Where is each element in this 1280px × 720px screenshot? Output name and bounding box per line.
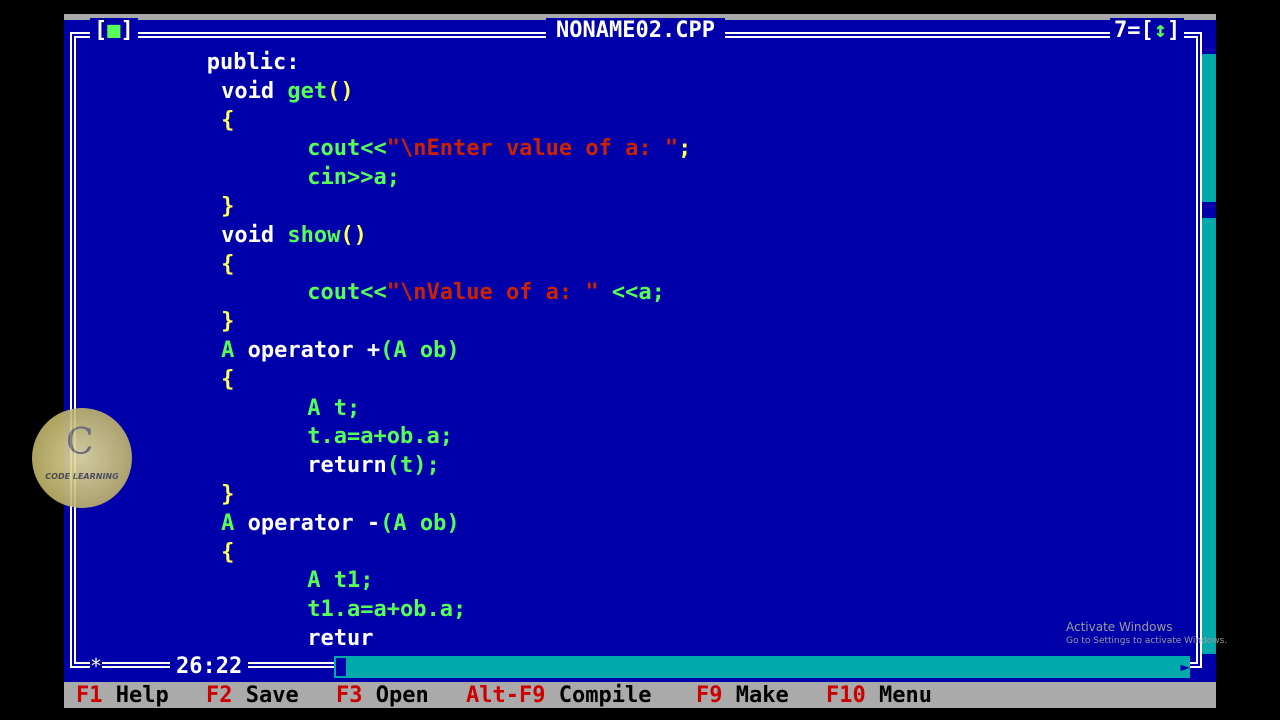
code-line: {: [221, 250, 234, 279]
vertical-scrollbar[interactable]: [1202, 54, 1216, 654]
code-token: A: [221, 510, 248, 536]
code-token: public:: [206, 50, 300, 75]
code-line: t.a=a+ob.a;: [307, 422, 453, 451]
menu-key: F2: [206, 683, 233, 708]
activate-windows-watermark: Activate Windows Go to Settings to activ…: [1066, 620, 1227, 646]
code-token: }: [221, 482, 235, 507]
code-line: return(t);: [307, 451, 439, 480]
code-token: (A ob): [380, 338, 460, 363]
menu-item-open[interactable]: F3 Open: [336, 682, 429, 708]
code-line: t1.a=a+ob.a;: [307, 595, 466, 624]
code-token: "\nValue of a: ": [386, 280, 599, 306]
code-line: void get(): [221, 77, 353, 106]
menu-label: Save: [232, 683, 299, 708]
close-box-left: [: [94, 18, 108, 43]
logo-text: CODE LEARNING: [45, 472, 119, 481]
menu-key: F1: [76, 683, 103, 708]
close-icon: ■: [107, 18, 121, 43]
modified-star-icon: *: [90, 654, 103, 678]
code-token: A t;: [307, 395, 361, 421]
code-editor-area[interactable]: public: void get(){cout<<"\nEnter value o…: [64, 46, 1194, 656]
code-token: }: [221, 309, 235, 335]
watermark-line-2: Go to Settings to activate Windows.: [1066, 636, 1228, 646]
menu-key: Alt-F9: [466, 683, 546, 708]
code-token: {: [221, 251, 235, 277]
code-line: public:: [207, 48, 300, 77]
code-learning-logo: C CODE LEARNING: [32, 408, 132, 508]
code-token: {: [221, 107, 235, 133]
code-token: show: [287, 222, 341, 248]
file-title: NONAME02.CPP: [546, 18, 725, 43]
code-token: A t1;: [307, 568, 374, 594]
scroll-right-arrow-icon[interactable]: ►: [1180, 656, 1190, 678]
menu-label: Open: [362, 683, 429, 708]
code-token: return: [307, 453, 387, 479]
code-token: void: [221, 222, 288, 248]
watermark-line-1: Activate Windows: [1066, 620, 1173, 634]
code-token: {: [221, 366, 235, 392]
code-token: cout<<: [307, 136, 387, 162]
code-token: (A ob): [380, 510, 460, 536]
code-line: {: [221, 538, 234, 567]
code-line: }: [221, 192, 234, 221]
code-token: t1.a=a+ob.a;: [307, 597, 467, 623]
menu-item-compile[interactable]: Alt-F9 Compile: [466, 682, 651, 708]
code-line: A t;: [307, 394, 360, 423]
code-token: operator +: [247, 338, 381, 363]
window-number-zoom[interactable]: 7=[↕]: [1110, 18, 1185, 43]
code-line: cout<<"\nValue of a: " <<a;: [307, 278, 665, 307]
code-token: void: [221, 78, 288, 104]
code-token: "\nEnter value of a: ": [386, 136, 679, 162]
code-token: }: [221, 194, 235, 219]
code-token: <<a;: [598, 280, 665, 306]
zoom-icon[interactable]: ↕: [1154, 18, 1167, 43]
code-token: {: [221, 539, 235, 565]
code-token: (t);: [386, 453, 440, 479]
code-token: (): [340, 222, 367, 248]
menu-label: Help: [102, 683, 169, 708]
code-token: t.a=a+ob.a;: [307, 424, 453, 450]
code-token: operator -: [247, 510, 381, 536]
menu-item-menu[interactable]: F10 Menu: [826, 682, 932, 708]
vertical-scroll-thumb[interactable]: [1202, 202, 1216, 218]
menu-key: F3: [336, 683, 363, 708]
horizontal-scroll-thumb[interactable]: [334, 656, 348, 678]
menu-item-help[interactable]: F1 Help: [76, 682, 169, 708]
close-box-right: ]: [120, 18, 134, 43]
editor-title-bar: [■] NONAME02.CPP 7=[↕]: [64, 18, 1216, 46]
menu-key: F9: [696, 683, 723, 708]
turbo-cpp-editor-screen: [■] NONAME02.CPP 7=[↕] public: void get()…: [64, 14, 1216, 708]
code-token: cout<<: [307, 280, 387, 306]
function-key-menu-bar: F1 Help F2 Save F3 Open Alt-F9 Compile F9 Ma…: [64, 682, 1216, 708]
code-line: }: [221, 307, 234, 336]
code-line: A operator +(A ob): [221, 336, 459, 365]
code-line: }: [221, 480, 234, 509]
code-line: A t1;: [307, 566, 373, 595]
code-line: cin>>a;: [307, 163, 400, 192]
code-token: (): [327, 78, 354, 104]
window-number-end: ]: [1167, 18, 1181, 43]
horizontal-scrollbar[interactable]: ►: [334, 656, 1190, 678]
menu-key: F10: [826, 683, 866, 708]
code-line: A operator -(A ob): [221, 509, 459, 538]
code-line: retur: [307, 624, 373, 653]
code-line: cout<<"\nEnter value of a: ";: [307, 134, 691, 163]
code-token: A: [221, 338, 248, 363]
menu-item-save[interactable]: F2 Save: [206, 682, 299, 708]
menu-label: Make: [722, 683, 789, 708]
close-box-button[interactable]: [■]: [90, 18, 138, 43]
menu-label: Compile: [545, 683, 652, 708]
code-token: ;: [678, 136, 692, 162]
code-token: get: [287, 78, 328, 104]
logo-letter: C: [66, 422, 94, 463]
code-line: {: [221, 106, 234, 135]
menu-item-make[interactable]: F9 Make: [696, 682, 789, 708]
code-line: void show(): [221, 221, 367, 250]
cursor-position: 26:22: [170, 654, 249, 679]
menu-label: Menu: [865, 683, 932, 708]
code-token: cin>>a;: [307, 165, 400, 191]
code-token: retur: [307, 626, 374, 651]
window-number: 7=[: [1114, 18, 1154, 43]
code-line: {: [221, 365, 234, 394]
